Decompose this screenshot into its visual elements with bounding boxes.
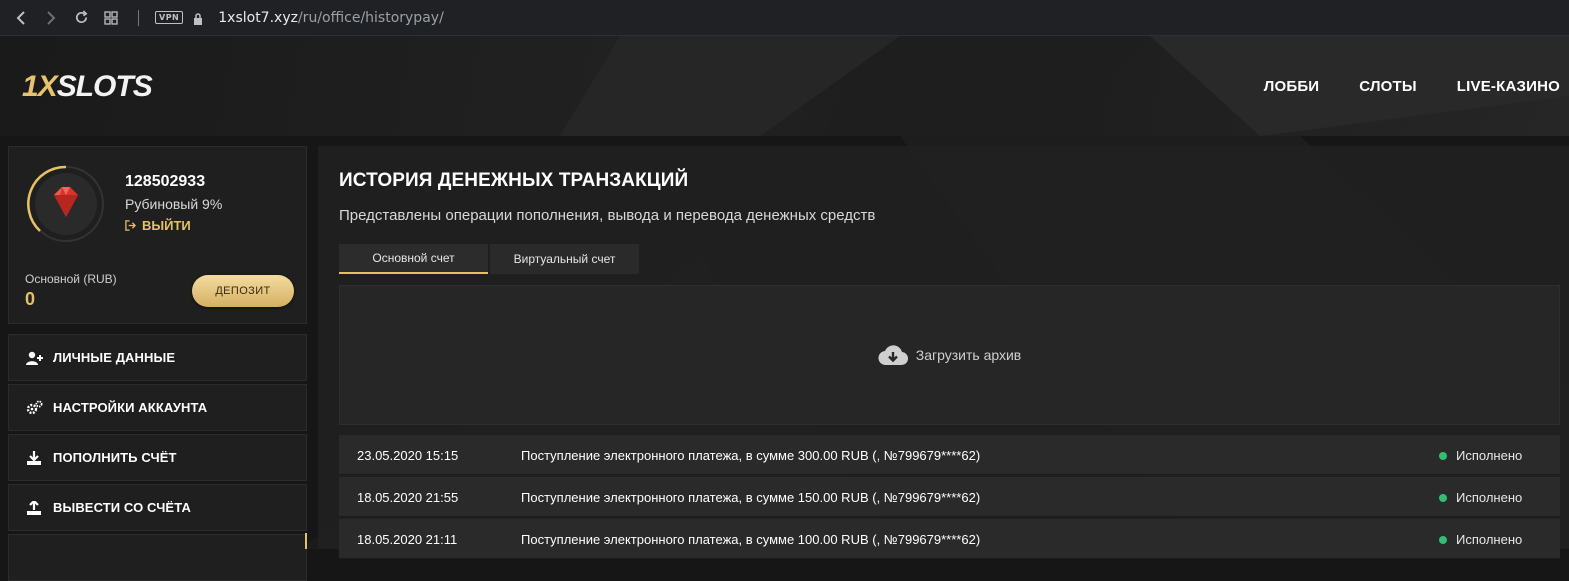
balance-value: 0 xyxy=(25,289,36,309)
sidebar-item-withdraw[interactable]: ВЫВЕСТИ СО СЧЁТА xyxy=(8,484,307,531)
gears-icon xyxy=(25,399,43,417)
avatar xyxy=(27,165,105,243)
tx-date: 18.05.2020 21:55 xyxy=(357,490,459,505)
site-header: 1XSLOTS ЛОББИ СЛОТЫ LIVE-КАЗИНО xyxy=(0,36,1569,136)
reload-icon[interactable] xyxy=(72,9,90,27)
user-id: 128502933 xyxy=(125,173,206,190)
tab-main-account[interactable]: Основной счет xyxy=(339,244,488,274)
tx-date: 23.05.2020 15:15 xyxy=(357,448,459,463)
sidebar-item-next[interactable] xyxy=(8,534,307,581)
deposit-button[interactable]: ДЕПОЗИТ xyxy=(192,275,294,307)
table-row[interactable]: 18.05.2020 21:11 Поступление электронног… xyxy=(339,519,1560,559)
nav-lobby[interactable]: ЛОББИ xyxy=(1264,78,1320,95)
loyalty-level: Рубиновый 9% xyxy=(125,196,223,212)
user-plus-icon xyxy=(25,349,43,367)
sidebar-item-personal-data[interactable]: ЛИЧНЫЕ ДАННЫЕ xyxy=(8,334,307,381)
forward-icon[interactable] xyxy=(42,9,60,27)
status-badge: Исполнено xyxy=(1439,448,1522,463)
download-archive-button[interactable]: Загрузить архив xyxy=(339,285,1560,425)
balance-label: Основной (RUB) xyxy=(25,272,117,286)
tabs-grid-icon[interactable] xyxy=(102,9,120,27)
page-subtitle: Представлены операции пополнения, вывода… xyxy=(339,207,876,224)
tx-description: Поступление электронного платежа, в сумм… xyxy=(521,448,981,463)
status-badge: Исполнено xyxy=(1439,490,1522,505)
tx-date: 18.05.2020 21:11 xyxy=(357,532,458,547)
nav-live-casino[interactable]: LIVE-КАЗИНО xyxy=(1457,78,1560,95)
download-icon xyxy=(25,449,43,467)
logout-link[interactable]: ВЫЙТИ xyxy=(125,218,191,233)
profile-card: 128502933 Рубиновый 9% ВЫЙТИ Основной (R… xyxy=(8,146,307,324)
address-bar[interactable]: 1xslot7.xyz/ru/office/historypay/ xyxy=(218,10,444,26)
status-badge: Исполнено xyxy=(1439,532,1522,547)
sidebar-active-indicator xyxy=(305,533,307,549)
lock-icon[interactable] xyxy=(193,12,203,25)
page-title: ИСТОРИЯ ДЕНЕЖНЫХ ТРАНЗАКЦИЙ xyxy=(339,170,689,191)
sidebar-item-top-up[interactable]: ПОПОЛНИТЬ СЧЁТ xyxy=(8,434,307,481)
table-row[interactable]: 18.05.2020 21:55 Поступление электронног… xyxy=(339,477,1560,517)
back-icon[interactable] xyxy=(12,9,30,27)
browser-toolbar: VPN 1xslot7.xyz/ru/office/historypay/ xyxy=(0,0,1569,36)
cloud-download-icon xyxy=(878,345,908,366)
nav-slots[interactable]: СЛОТЫ xyxy=(1359,78,1417,95)
logout-icon xyxy=(125,220,136,231)
status-dot-icon xyxy=(1439,493,1447,502)
toolbar-divider xyxy=(138,9,139,26)
vpn-badge[interactable]: VPN xyxy=(155,11,184,24)
upload-icon xyxy=(25,499,43,517)
status-dot-icon xyxy=(1439,451,1447,460)
tab-virtual-account[interactable]: Виртуальный счет xyxy=(490,244,639,274)
tx-description: Поступление электронного платежа, в сумм… xyxy=(521,490,981,505)
main-panel: ИСТОРИЯ ДЕНЕЖНЫХ ТРАНЗАКЦИЙ Представлены… xyxy=(318,146,1569,559)
top-navigation: ЛОББИ СЛОТЫ LIVE-КАЗИНО xyxy=(1264,78,1560,95)
sidebar-item-account-settings[interactable]: НАСТРОЙКИ АККАУНТА xyxy=(8,384,307,431)
site-logo[interactable]: 1XSLOTS xyxy=(22,70,153,104)
tx-description: Поступление электронного платежа, в сумм… xyxy=(521,532,981,547)
table-row[interactable]: 23.05.2020 15:15 Поступление электронног… xyxy=(339,435,1560,475)
status-dot-icon xyxy=(1439,535,1447,544)
